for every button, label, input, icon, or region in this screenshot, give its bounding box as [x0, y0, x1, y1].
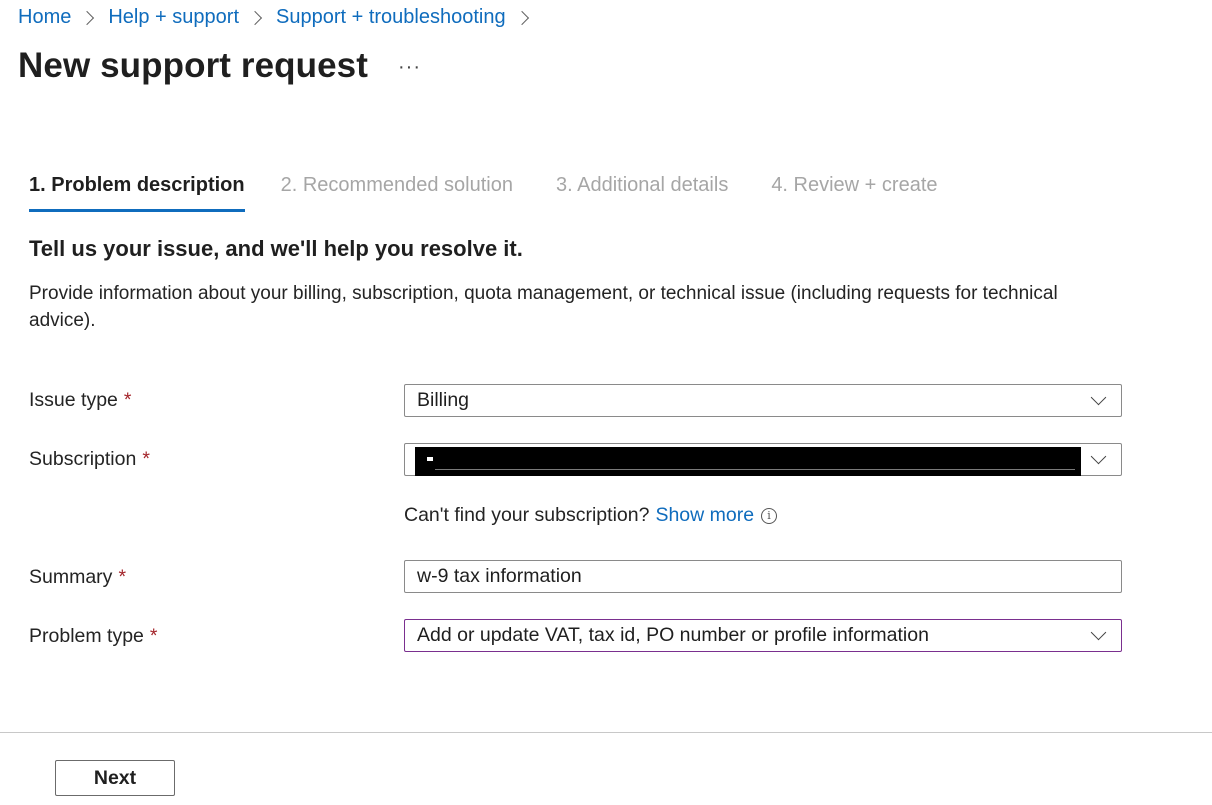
issue-type-value: Billing: [417, 389, 470, 411]
show-more-link[interactable]: Show more: [655, 504, 754, 527]
chevron-right-icon: [80, 10, 95, 25]
summary-input[interactable]: w-9 tax information: [404, 560, 1122, 593]
more-options-button[interactable]: ···: [398, 56, 421, 79]
tab-review-create[interactable]: 4. Review + create: [771, 174, 937, 212]
problem-type-label: Problem type *: [29, 625, 157, 648]
breadcrumb: Home Help + support Support + troublesho…: [18, 6, 543, 29]
tab-recommended-solution[interactable]: 2. Recommended solution: [281, 174, 513, 212]
summary-label-text: Summary: [29, 566, 113, 588]
required-marker: *: [142, 448, 150, 470]
new-support-request-page: Home Help + support Support + troublesho…: [0, 0, 1212, 805]
chevron-right-icon: [247, 10, 263, 25]
issue-type-dropdown[interactable]: Billing: [404, 384, 1122, 417]
subscription-hint: Can't find your subscription? Show more …: [404, 504, 778, 527]
wizard-tabs: 1. Problem description 2. Recommended so…: [29, 174, 981, 212]
breadcrumb-support-troubleshooting[interactable]: Support + troubleshooting: [276, 6, 506, 29]
required-marker: *: [149, 625, 158, 647]
issue-type-label-text: Issue type: [29, 389, 118, 411]
subscription-label-text: Subscription: [29, 448, 137, 470]
next-button[interactable]: Next: [55, 760, 175, 796]
page-title: New support request: [18, 46, 369, 85]
summary-label: Summary *: [29, 566, 126, 589]
breadcrumb-home[interactable]: Home: [18, 6, 71, 29]
section-heading: Tell us your issue, and we'll help you r…: [29, 236, 523, 261]
required-marker: *: [123, 389, 132, 411]
section-description: Provide information about your billing, …: [29, 283, 1058, 331]
redacted-subscription-value: [415, 447, 1081, 476]
problem-type-value: Add or update VAT, tax id, PO number or …: [417, 624, 929, 646]
info-icon[interactable]: i: [761, 507, 778, 524]
problem-type-dropdown[interactable]: Add or update VAT, tax id, PO number or …: [404, 619, 1122, 652]
breadcrumb-help-support[interactable]: Help + support: [108, 6, 239, 29]
tab-problem-description[interactable]: 1. Problem description: [29, 174, 245, 212]
chevron-right-icon: [514, 10, 529, 25]
required-marker: *: [118, 566, 127, 588]
issue-type-label: Issue type *: [29, 389, 131, 412]
tab-additional-details[interactable]: 3. Additional details: [556, 174, 728, 212]
summary-value: w-9 tax information: [417, 565, 582, 587]
subscription-dropdown[interactable]: [404, 443, 1122, 476]
chevron-down-icon: [1090, 448, 1107, 465]
footer-divider: [0, 732, 1212, 733]
chevron-down-icon: [1090, 624, 1107, 641]
subscription-hint-text: Can't find your subscription?: [404, 504, 650, 526]
chevron-down-icon: [1090, 389, 1107, 406]
problem-type-label-text: Problem type: [29, 625, 144, 647]
subscription-label: Subscription *: [29, 448, 150, 471]
